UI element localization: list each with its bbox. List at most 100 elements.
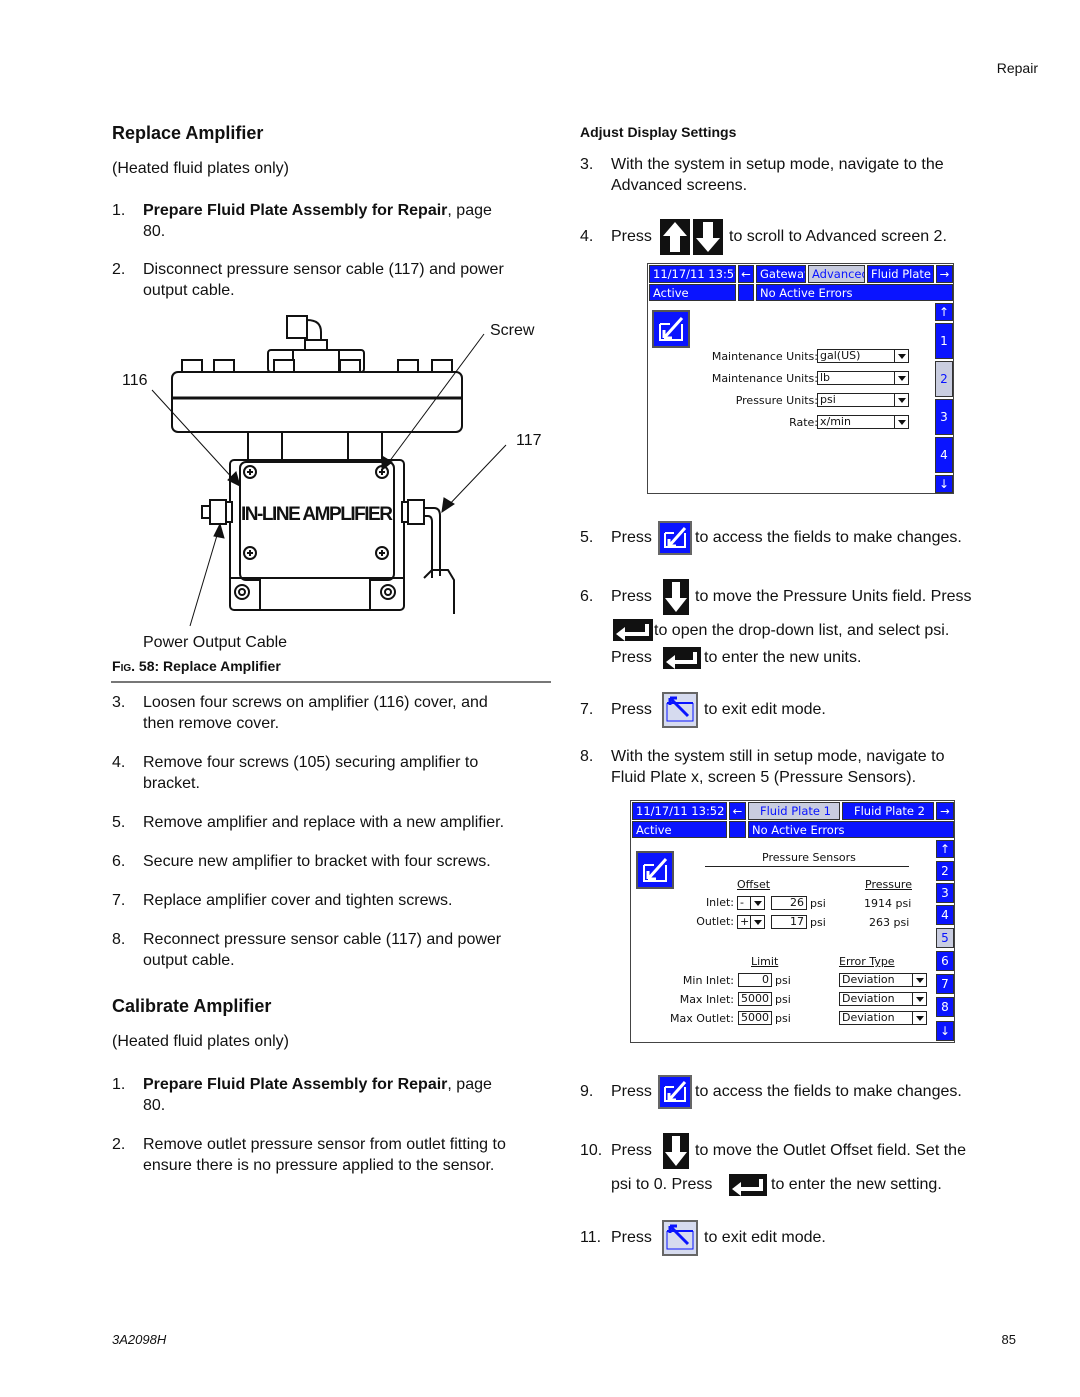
figure-caption: FIG. 58: Replace Amplifier (112, 658, 281, 674)
enter-key-icon (663, 647, 701, 669)
step-number: 4. (580, 228, 594, 245)
inlet-sign-dropdown[interactable]: - (737, 896, 765, 910)
display-step-4: 4. Press to scroll to Advanced screen 2. (580, 226, 1010, 248)
prev-tab-arrow-icon[interactable]: ← (729, 802, 746, 820)
maintenance-units-dropdown[interactable]: gal(US) (817, 349, 909, 363)
unit-label: psi (810, 897, 826, 910)
step-number: 9. (580, 1083, 594, 1100)
outlet-pressure-value: 263 psi (869, 916, 910, 929)
rate-dropdown[interactable]: x/min (817, 415, 909, 429)
max-inlet-error-type-dropdown[interactable]: Deviation (839, 992, 927, 1006)
step-text: to access the fields to make changes. (695, 1083, 962, 1100)
limit-header: Limit (751, 955, 779, 968)
limit-label: Max Outlet: (669, 1012, 734, 1025)
page-button-1[interactable]: 1 (935, 323, 953, 359)
edit-mode-key-icon[interactable] (652, 310, 690, 348)
fluid-plate-pressure-sensors-screen: 11/17/11 13:52 ← Fluid Plate 1 Fluid Pla… (630, 800, 955, 1043)
page-button-3[interactable]: 3 (935, 399, 953, 435)
step-text: Press (611, 1229, 652, 1246)
step-number: 5. (580, 529, 594, 546)
unit-label: psi (775, 1012, 791, 1025)
outlet-sign-dropdown[interactable]: + (737, 915, 765, 929)
callout-power-output-cable: Power Output Cable (143, 634, 288, 651)
display-step-8: 8. With the system still in setup mode, … (580, 746, 1010, 790)
error-display: No Active Errors (756, 284, 953, 301)
step-text: to open the drop-down list, and select p… (654, 622, 950, 639)
page-button-2[interactable]: 2 (936, 861, 954, 881)
datetime-display: 11/17/11 13:59 (649, 265, 736, 283)
max-outlet-error-type-dropdown[interactable]: Deviation (839, 1011, 927, 1025)
chevron-down-icon (894, 350, 908, 362)
step-text: 80. (143, 1097, 166, 1114)
tab-gateway[interactable]: Gateway (756, 265, 806, 283)
display-step-5: 5. Press to access the fields to make ch… (580, 527, 1010, 549)
page-up-arrow-icon[interactable]: ↑ (936, 840, 954, 858)
tab-fluid-plate-1[interactable]: Fluid Plate 1 (748, 802, 840, 820)
step-text: Press (611, 649, 652, 666)
step-text: Remove four screws (105) securing amplif… (143, 754, 479, 771)
unit-label: psi (775, 993, 791, 1006)
chevron-down-icon (912, 1012, 926, 1024)
amplifier-figure: IN-LINE AMPLIFIER (151, 315, 507, 627)
step-text: Fluid Plate x, screen 5 (Pressure Sensor… (611, 769, 917, 786)
min-inlet-error-type-dropdown[interactable]: Deviation (839, 973, 927, 987)
page-button-3[interactable]: 3 (936, 883, 954, 903)
page-down-arrow-icon[interactable]: ↓ (936, 1021, 954, 1041)
datetime-display: 11/17/11 13:52 (632, 802, 727, 820)
exit-edit-mode-key-icon (662, 692, 698, 728)
fitting (286, 315, 308, 339)
page-button-6[interactable]: 6 (936, 951, 954, 971)
page-button-2[interactable]: 2 (935, 361, 953, 397)
tab-fluid-plate-2[interactable]: Fluid Plate 2 (842, 802, 934, 820)
page-down-arrow-icon[interactable]: ↓ (935, 475, 953, 493)
unit-label: psi (810, 916, 826, 929)
next-tab-arrow-icon[interactable]: → (936, 265, 953, 283)
outlet-offset-input[interactable]: 17 (771, 915, 807, 929)
cross-reference-link[interactable]: Prepare Fluid Plate Assembly for Repair (143, 202, 447, 219)
replace-step-7: 7. Replace amplifier cover and tighten s… (112, 890, 552, 912)
cross-reference-link[interactable]: Prepare Fluid Plate Assembly for Repair (143, 1076, 447, 1093)
max-outlet-input[interactable]: 5000 (738, 1011, 772, 1025)
status-indicator (729, 821, 746, 838)
page-up-arrow-icon[interactable]: ↑ (935, 303, 953, 321)
step-text: Secure new amplifier to bracket with fou… (143, 853, 491, 870)
page-button-5[interactable]: 5 (936, 928, 954, 948)
callout-117: 117 (516, 432, 542, 449)
caption-divider (111, 681, 551, 683)
inlet-offset-input[interactable]: 26 (771, 896, 807, 910)
step-number: 1. (112, 202, 126, 219)
page-button-4[interactable]: 4 (936, 905, 954, 925)
replace-step-5: 5. Remove amplifier and replace with a n… (112, 812, 552, 834)
step-text: ensure there is no pressure applied to t… (143, 1157, 495, 1174)
pressure-units-dropdown[interactable]: psi (817, 393, 909, 407)
down-arrow-key-icon (663, 579, 689, 615)
maintenance-units-mass-dropdown[interactable]: lb (817, 371, 909, 385)
max-inlet-input[interactable]: 5000 (738, 992, 772, 1006)
calibrate-step-1: 1. Prepare Fluid Plate Assembly for Repa… (112, 1074, 552, 1118)
replace-note: (Heated fluid plates only) (112, 160, 289, 177)
prev-tab-arrow-icon[interactable]: ← (738, 265, 754, 283)
page-button-4[interactable]: 4 (935, 437, 953, 473)
page-button-7[interactable]: 7 (936, 974, 954, 994)
edit-mode-key-icon[interactable] (636, 851, 674, 889)
replace-step-4: 4. Remove four screws (105) securing amp… (112, 752, 552, 796)
tab-advanced[interactable]: Advanced (808, 265, 865, 283)
edit-mode-key-icon (658, 521, 692, 555)
next-tab-arrow-icon[interactable]: → (936, 802, 954, 820)
step-text: 80. (143, 223, 166, 240)
step-text: Replace amplifier cover and tighten scre… (143, 892, 453, 909)
step-number: 1. (112, 1076, 126, 1093)
step-text: Loosen four screws on amplifier (116) co… (143, 694, 488, 711)
error-display: No Active Errors (748, 821, 954, 838)
min-inlet-input[interactable]: 0 (738, 973, 772, 987)
page-button-8[interactable]: 8 (936, 997, 954, 1017)
tab-fluid-plate-1[interactable]: Fluid Plate 1 (867, 265, 934, 283)
inlet-pressure-value: 1914 psi (864, 897, 912, 910)
status-display: Active (632, 821, 727, 838)
step-text: Press (611, 1142, 652, 1159)
status-display: Active (649, 284, 736, 301)
enter-key-icon (729, 1174, 767, 1196)
chevron-down-icon (750, 916, 764, 928)
section-title: Pressure Sensors (762, 851, 856, 864)
step-text: Press (611, 1083, 652, 1100)
